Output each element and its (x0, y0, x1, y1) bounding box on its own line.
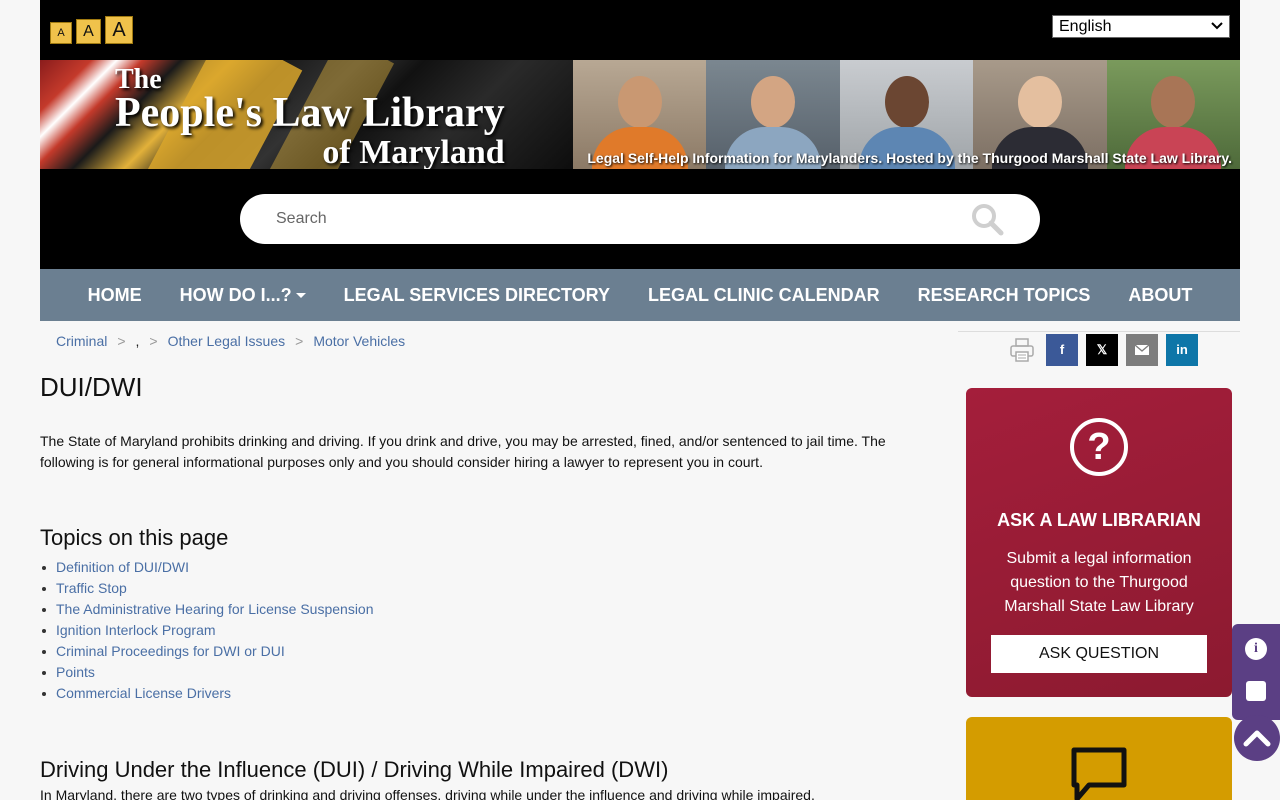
list-item: The Administrative Hearing for License S… (40, 599, 920, 620)
search-band (40, 169, 1240, 269)
list-item: Ignition Interlock Program (40, 620, 920, 641)
page-title: DUI/DWI (40, 372, 143, 402)
back-to-top-button[interactable] (1234, 715, 1280, 761)
share-bar: f 𝕏 in (958, 331, 1240, 367)
question-icon: ? (1070, 418, 1128, 476)
banner-photos: Legal Self-Help Information for Maryland… (573, 60, 1240, 169)
topic-link-administrative-hearing[interactable]: The Administrative Hearing for License S… (56, 601, 374, 617)
language-select-value: English (1059, 17, 1112, 35)
site-logo[interactable]: The People's Law Library of Maryland (40, 60, 573, 169)
list-item: Criminal Proceedings for DWI or DUI (40, 641, 920, 662)
topics-heading: Topics on this page (40, 525, 229, 550)
breadcrumb-separator: > (295, 333, 304, 349)
info-icon[interactable]: i (1245, 638, 1267, 660)
nav-how-do-i-label: HOW DO I...? (179, 284, 292, 305)
banner-tagline: Legal Self-Help Information for Maryland… (587, 150, 1232, 166)
topic-link-criminal-proceedings[interactable]: Criminal Proceedings for DWI or DUI (56, 643, 285, 659)
main-content: Criminal > , > Other Legal Issues > Moto… (40, 321, 920, 800)
nav-legal-services-directory[interactable]: LEGAL SERVICES DIRECTORY (325, 285, 629, 306)
search-input[interactable] (276, 210, 970, 228)
nav-legal-clinic-calendar[interactable]: LEGAL CLINIC CALENDAR (629, 285, 899, 306)
breadcrumb-separator: > (117, 333, 126, 349)
font-size-small-button[interactable]: A (50, 22, 72, 44)
intro-text: The State of Maryland prohibits drinking… (40, 433, 886, 470)
topics-list: Definition of DUI/DWI Traffic Stop The A… (40, 557, 920, 704)
site-banner: The People's Law Library of Maryland Leg… (40, 60, 1240, 169)
ask-question-button[interactable]: ASK QUESTION (991, 635, 1207, 673)
font-size-controls: A A A (50, 16, 133, 44)
linkedin-icon[interactable]: in (1166, 333, 1198, 366)
caret-down-icon (295, 293, 306, 299)
breadcrumb: Criminal > , > Other Legal Issues > Moto… (40, 321, 920, 361)
chevron-down-icon (1211, 21, 1223, 33)
nav-about[interactable]: ABOUT (1109, 285, 1211, 306)
facebook-icon[interactable]: f (1046, 333, 1078, 366)
breadcrumb-motor-vehicles[interactable]: Motor Vehicles (313, 333, 405, 349)
breadcrumb-separator: > (149, 333, 158, 349)
logo-text: The People's Law Library of Maryland (115, 66, 505, 170)
list-item: Points (40, 662, 920, 683)
breadcrumb-comma: , (135, 333, 140, 349)
ask-heading: ASK A LAW LIBRARIAN (997, 510, 1201, 530)
breadcrumb-other-legal-issues[interactable]: Other Legal Issues (168, 333, 286, 349)
search-icon[interactable] (970, 202, 1004, 236)
top-bar: A A A English (40, 0, 1240, 60)
x-icon[interactable]: 𝕏 (1086, 333, 1118, 366)
widget-square-icon[interactable] (1246, 681, 1266, 701)
ask-text: Submit a legal information question to t… (1004, 550, 1194, 615)
search-box (240, 194, 1040, 244)
logo-line-2: People's Law Library (115, 90, 505, 136)
nav-research-topics[interactable]: RESEARCH TOPICS (899, 285, 1110, 306)
email-icon[interactable] (1126, 333, 1158, 366)
topic-link-commercial-drivers[interactable]: Commercial License Drivers (56, 685, 231, 701)
chat-bubble-icon (1071, 747, 1127, 800)
chat-card[interactable] (966, 717, 1232, 800)
nav-home[interactable]: HOME (69, 285, 161, 306)
breadcrumb-criminal[interactable]: Criminal (56, 333, 107, 349)
chevron-up-icon (1243, 730, 1271, 747)
ask-librarian-card: ? ASK A LAW LIBRARIAN Submit a legal inf… (966, 388, 1232, 697)
font-size-medium-button[interactable]: A (76, 19, 101, 44)
topic-link-points[interactable]: Points (56, 664, 95, 680)
topic-link-traffic-stop[interactable]: Traffic Stop (56, 580, 127, 596)
page: A A A English The People's Law Library o… (40, 0, 1240, 800)
section-heading: Driving Under the Influence (DUI) / Driv… (40, 757, 669, 782)
accessibility-widget: i (1232, 624, 1280, 720)
topic-link-ignition-interlock[interactable]: Ignition Interlock Program (56, 622, 216, 638)
list-item: Traffic Stop (40, 578, 920, 599)
list-item: Definition of DUI/DWI (40, 557, 920, 578)
print-icon[interactable] (1006, 334, 1038, 366)
language-select[interactable]: English (1052, 15, 1230, 38)
main-nav: HOME HOW DO I...? LEGAL SERVICES DIRECTO… (40, 269, 1240, 321)
section-text: In Maryland, there are two types of drin… (40, 787, 815, 800)
topic-link-definition[interactable]: Definition of DUI/DWI (56, 559, 189, 575)
font-size-large-button[interactable]: A (105, 16, 133, 44)
logo-line-3: of Maryland (322, 134, 505, 170)
nav-how-do-i[interactable]: HOW DO I...? (161, 285, 325, 306)
list-item: Commercial License Drivers (40, 683, 920, 704)
